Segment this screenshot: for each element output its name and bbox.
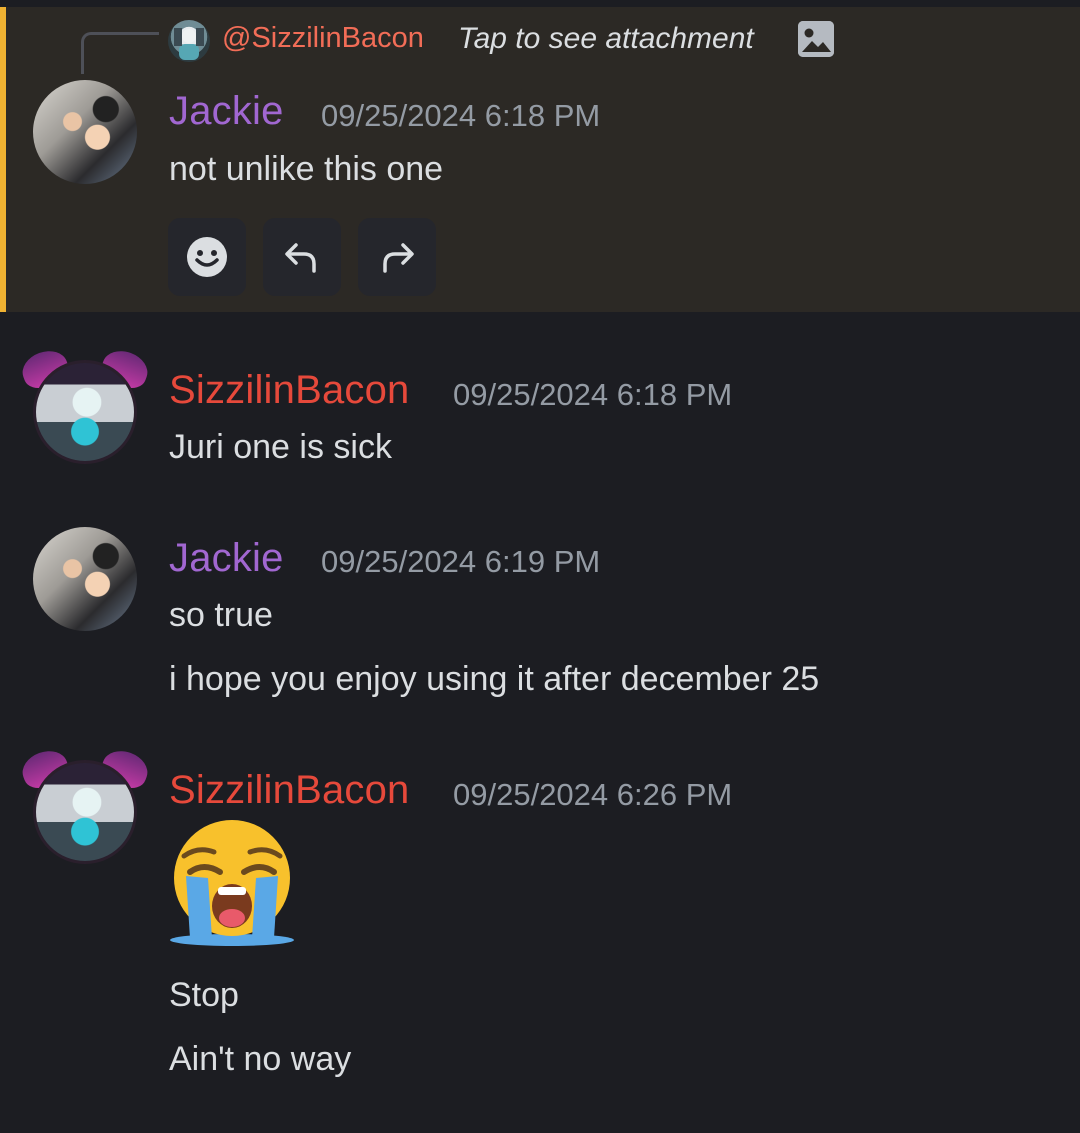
- message-author[interactable]: SizzilinBacon: [169, 768, 410, 813]
- message-timestamp: 09/25/2024 6:18 PM: [321, 98, 601, 133]
- avatar[interactable]: [33, 527, 137, 631]
- message-text: Ain't no way: [169, 1040, 352, 1078]
- reply-button[interactable]: [263, 218, 341, 296]
- message-timestamp: 09/25/2024 6:19 PM: [321, 544, 601, 579]
- avatar[interactable]: [33, 360, 137, 464]
- avatar[interactable]: [33, 80, 137, 184]
- highlighted-message[interactable]: @SizzilinBacon Tap to see attachment Jac…: [0, 7, 1080, 312]
- message-text: not unlike this one: [169, 150, 444, 188]
- message-author[interactable]: Jackie: [169, 89, 284, 134]
- message-text: so true: [169, 596, 273, 634]
- reply-avatar[interactable]: [168, 20, 210, 62]
- avatar[interactable]: [33, 760, 137, 864]
- message-author[interactable]: SizzilinBacon: [169, 368, 410, 413]
- forward-icon: [383, 243, 414, 273]
- highlight-bar: [0, 7, 6, 312]
- message-author[interactable]: Jackie: [169, 536, 284, 581]
- message-text: i hope you enjoy using it after december…: [169, 660, 820, 698]
- message-timestamp: 09/25/2024 6:26 PM: [453, 777, 733, 812]
- reply-mention[interactable]: @SizzilinBacon: [222, 22, 424, 55]
- message-text: Stop: [169, 976, 239, 1014]
- reply-connector: [81, 32, 159, 74]
- add-reaction-button[interactable]: [168, 218, 246, 296]
- reply-icon: [285, 243, 316, 273]
- forward-button[interactable]: [358, 218, 436, 296]
- top-divider: [0, 0, 1080, 7]
- emoji-reaction-icon: [187, 237, 227, 277]
- reply-attachment-text[interactable]: Tap to see attachment: [458, 22, 754, 56]
- message-text: Juri one is sick: [169, 428, 392, 466]
- loudly-crying-face-icon[interactable]: [168, 820, 296, 948]
- image-icon[interactable]: [798, 21, 834, 57]
- chat-view: @SizzilinBacon Tap to see attachment Jac…: [0, 0, 1080, 1133]
- message-timestamp: 09/25/2024 6:18 PM: [453, 377, 733, 412]
